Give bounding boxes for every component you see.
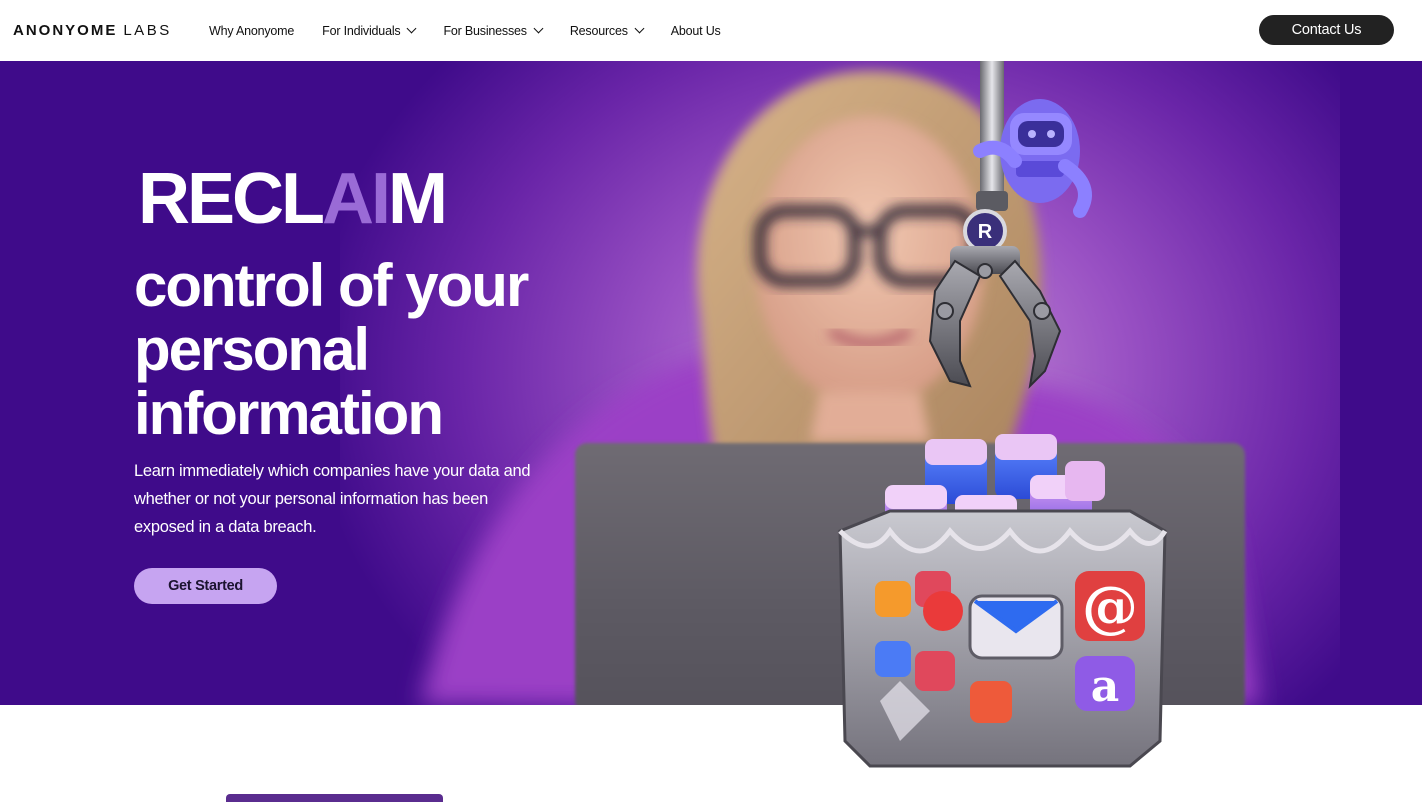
nav-why-anonyome[interactable]: Why Anonyome [209, 24, 294, 38]
reclaim-part-2: M [388, 159, 448, 239]
data-box: @ a [838, 509, 1168, 768]
nav-for-individuals[interactable]: For Individuals [322, 23, 417, 38]
hero-subtext: Learn immediately which companies have y… [134, 462, 531, 536]
svg-text:a: a [1091, 661, 1120, 712]
reclaim-part-1: RECL [138, 159, 325, 239]
nav-for-businesses-label: For Businesses [443, 23, 527, 38]
nav-about-us-label: About Us [670, 23, 721, 38]
robot-badge: R [978, 221, 993, 243]
robot-claw-illustration: R @ a [838, 61, 1168, 768]
section-tab-indicator [226, 794, 443, 802]
hero-section: RECLAIM control of your personal informa… [0, 61, 1422, 705]
nav-about-us[interactable]: About Us [671, 24, 721, 38]
nav-for-individuals-label: For Individuals [322, 23, 401, 38]
chevron-down-icon [407, 23, 417, 34]
site-header: ANONYOME LABS Why Anonyome For Individual… [0, 0, 1422, 61]
nav-resources-label: Resources [569, 23, 628, 38]
anonyome-labs-logo[interactable]: ANONYOME LABS [13, 22, 172, 39]
logo-wordmark-bold: ANONYOME [13, 22, 118, 39]
chevron-down-icon [634, 23, 645, 34]
main-nav: Why Anonyome For Individuals For Busines… [209, 0, 749, 61]
reclaim-ai-part: AI [322, 159, 391, 239]
contact-us-button[interactable]: Contact Us [1259, 15, 1394, 45]
get-started-button[interactable]: Get Started [134, 568, 277, 604]
nav-resources[interactable]: Resources [569, 23, 645, 38]
logo-wordmark-light: LABS [123, 22, 172, 39]
reclaim-wordmark: RECLAIM [138, 163, 448, 235]
hero-headline: control of your personal information [134, 252, 529, 447]
nav-for-businesses[interactable]: For Businesses [443, 23, 544, 38]
nav-why-anonyome-label: Why Anonyome [209, 23, 295, 38]
svg-text:@: @ [1082, 574, 1138, 640]
chevron-down-icon [533, 23, 544, 34]
